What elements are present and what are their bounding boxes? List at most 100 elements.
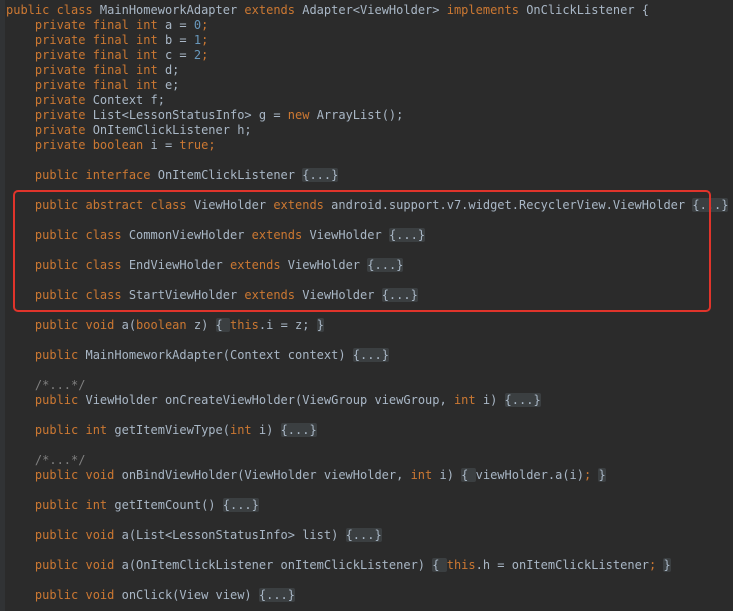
code-line-method-a-boolean: public void a(boolean z) { this.i = z; }: [6, 318, 324, 333]
code-token: private final int: [6, 78, 165, 92]
code-line-field-c: private final int c = 2;: [6, 48, 208, 63]
fold-expand-button[interactable]: {...}: [222, 498, 259, 512]
fold-expand-button[interactable]: {...}: [258, 588, 295, 602]
code-token: viewHolder.a(i): [475, 468, 584, 482]
code-token: List<LessonStatusInfo> g =: [92, 108, 288, 122]
code-token: ;: [649, 558, 664, 572]
fold-expand-button[interactable]: {...}: [345, 528, 382, 542]
code-token: /*...*/: [6, 453, 86, 467]
code-line-on-bind-viewholder: public void onBindViewHolder(ViewHolder …: [6, 468, 606, 483]
code-token: public: [6, 393, 86, 407]
code-token: getItemViewType(: [114, 423, 230, 437]
code-token: i): [482, 393, 505, 407]
code-token: ;: [584, 468, 599, 482]
fold-brace[interactable]: {: [215, 318, 230, 332]
code-token: implements: [446, 3, 527, 17]
code-token: public void: [6, 588, 122, 602]
code-editor[interactable]: public class MainHomeworkAdapter extends…: [0, 0, 733, 611]
code-token: private final int: [6, 48, 165, 62]
code-token: OnClickListener {: [526, 3, 650, 17]
code-token: int: [229, 423, 259, 437]
highlight-box: [13, 190, 711, 312]
code-token: ;: [201, 18, 209, 32]
code-token: a(: [121, 318, 137, 332]
code-line-get-item-count: public int getItemCount() {...}: [6, 498, 259, 513]
code-line-field-i: private boolean i = true;: [6, 138, 216, 153]
code-token: =: [172, 18, 194, 32]
code-line-field-a: private final int a = 0;: [6, 18, 208, 33]
code-token: ArrayList();: [316, 108, 404, 122]
code-token: MainHomeworkAdapter(Context context): [85, 348, 353, 362]
code-line-folded-comment[interactable]: /*...*/: [6, 378, 86, 393]
code-line-constructor: public MainHomeworkAdapter(Context conte…: [6, 348, 389, 363]
code-token: OnItemClickListener h;: [92, 123, 252, 137]
code-token: i =: [150, 138, 180, 152]
code-token: a(List<LessonStatusInfo> list): [121, 528, 346, 542]
code-token: private: [6, 93, 93, 107]
code-token: onBindViewHolder(ViewHolder viewHolder,: [121, 468, 411, 482]
code-line-class-declaration: public class MainHomeworkAdapter extends…: [6, 3, 649, 18]
code-line-field-b: private final int b = 1;: [6, 33, 208, 48]
code-token: public void: [6, 468, 122, 482]
code-line-interface: public interface OnItemClickListener {..…: [6, 168, 339, 183]
code-token: public class: [6, 3, 100, 17]
code-token: private final int: [6, 18, 165, 32]
code-line-on-create-viewholder: public ViewHolder onCreateViewHolder(Vie…: [6, 393, 541, 408]
code-token: Context f;: [92, 93, 165, 107]
code-token: public void: [6, 318, 122, 332]
fold-expand-button[interactable]: {...}: [352, 348, 389, 362]
code-token: int: [410, 468, 440, 482]
fold-expand-button[interactable]: {...}: [302, 168, 339, 182]
code-line-get-item-view-type: public int getItemViewType(int i) {...}: [6, 423, 317, 438]
code-token: .i = z;: [258, 318, 317, 332]
code-token: public void: [6, 528, 122, 542]
code-token: boolean: [136, 318, 194, 332]
code-token: getItemCount(): [114, 498, 223, 512]
code-token: true: [179, 138, 209, 152]
fold-brace[interactable]: }: [663, 558, 671, 572]
code-token: /*...*/: [6, 378, 86, 392]
code-token: public void: [6, 558, 122, 572]
code-token: private: [6, 123, 93, 137]
code-line-field-e: private final int e;: [6, 78, 180, 93]
code-token: int: [453, 393, 483, 407]
code-line-field-f: private Context f;: [6, 93, 165, 108]
code-token: ;: [208, 138, 216, 152]
code-line-method-a-list: public void a(List<LessonStatusInfo> lis…: [6, 528, 382, 543]
code-line-folded-comment[interactable]: /*...*/: [6, 453, 86, 468]
code-token: new: [287, 108, 317, 122]
code-token: public: [6, 348, 86, 362]
fold-brace[interactable]: {: [432, 558, 447, 572]
code-token: d;: [164, 63, 180, 77]
code-token: this: [229, 318, 259, 332]
code-token: private final int: [6, 33, 165, 47]
code-token: private final int: [6, 63, 165, 77]
code-token: =: [172, 48, 194, 62]
code-token: OnItemClickListener: [157, 168, 303, 182]
code-token: e;: [164, 78, 180, 92]
fold-brace[interactable]: }: [598, 468, 606, 482]
code-token: ViewHolder onCreateViewHolder(ViewGroup …: [85, 393, 454, 407]
code-token: ;: [201, 48, 209, 62]
code-token: public int: [6, 498, 115, 512]
code-token: public int: [6, 423, 115, 437]
fold-brace[interactable]: }: [316, 318, 324, 332]
code-token: i): [258, 423, 281, 437]
code-token: z): [193, 318, 216, 332]
code-line-on-click: public void onClick(View view) {...}: [6, 588, 295, 603]
code-token: MainHomeworkAdapter: [99, 3, 245, 17]
fold-brace[interactable]: {: [461, 468, 476, 482]
fold-expand-button[interactable]: {...}: [280, 423, 317, 437]
editor-gutter: [0, 0, 5, 611]
code-token: private boolean: [6, 138, 151, 152]
code-token: public interface: [6, 168, 158, 182]
code-token: onClick(View view): [121, 588, 259, 602]
code-token: .h = onItemClickListener: [475, 558, 650, 572]
code-token: i): [439, 468, 462, 482]
code-token: ;: [201, 33, 209, 47]
code-line-method-a-listener: public void a(OnItemClickListener onItem…: [6, 558, 671, 573]
code-token: extends: [244, 3, 303, 17]
fold-expand-button[interactable]: {...}: [504, 393, 541, 407]
code-token: =: [172, 33, 194, 47]
code-token: this: [446, 558, 476, 572]
